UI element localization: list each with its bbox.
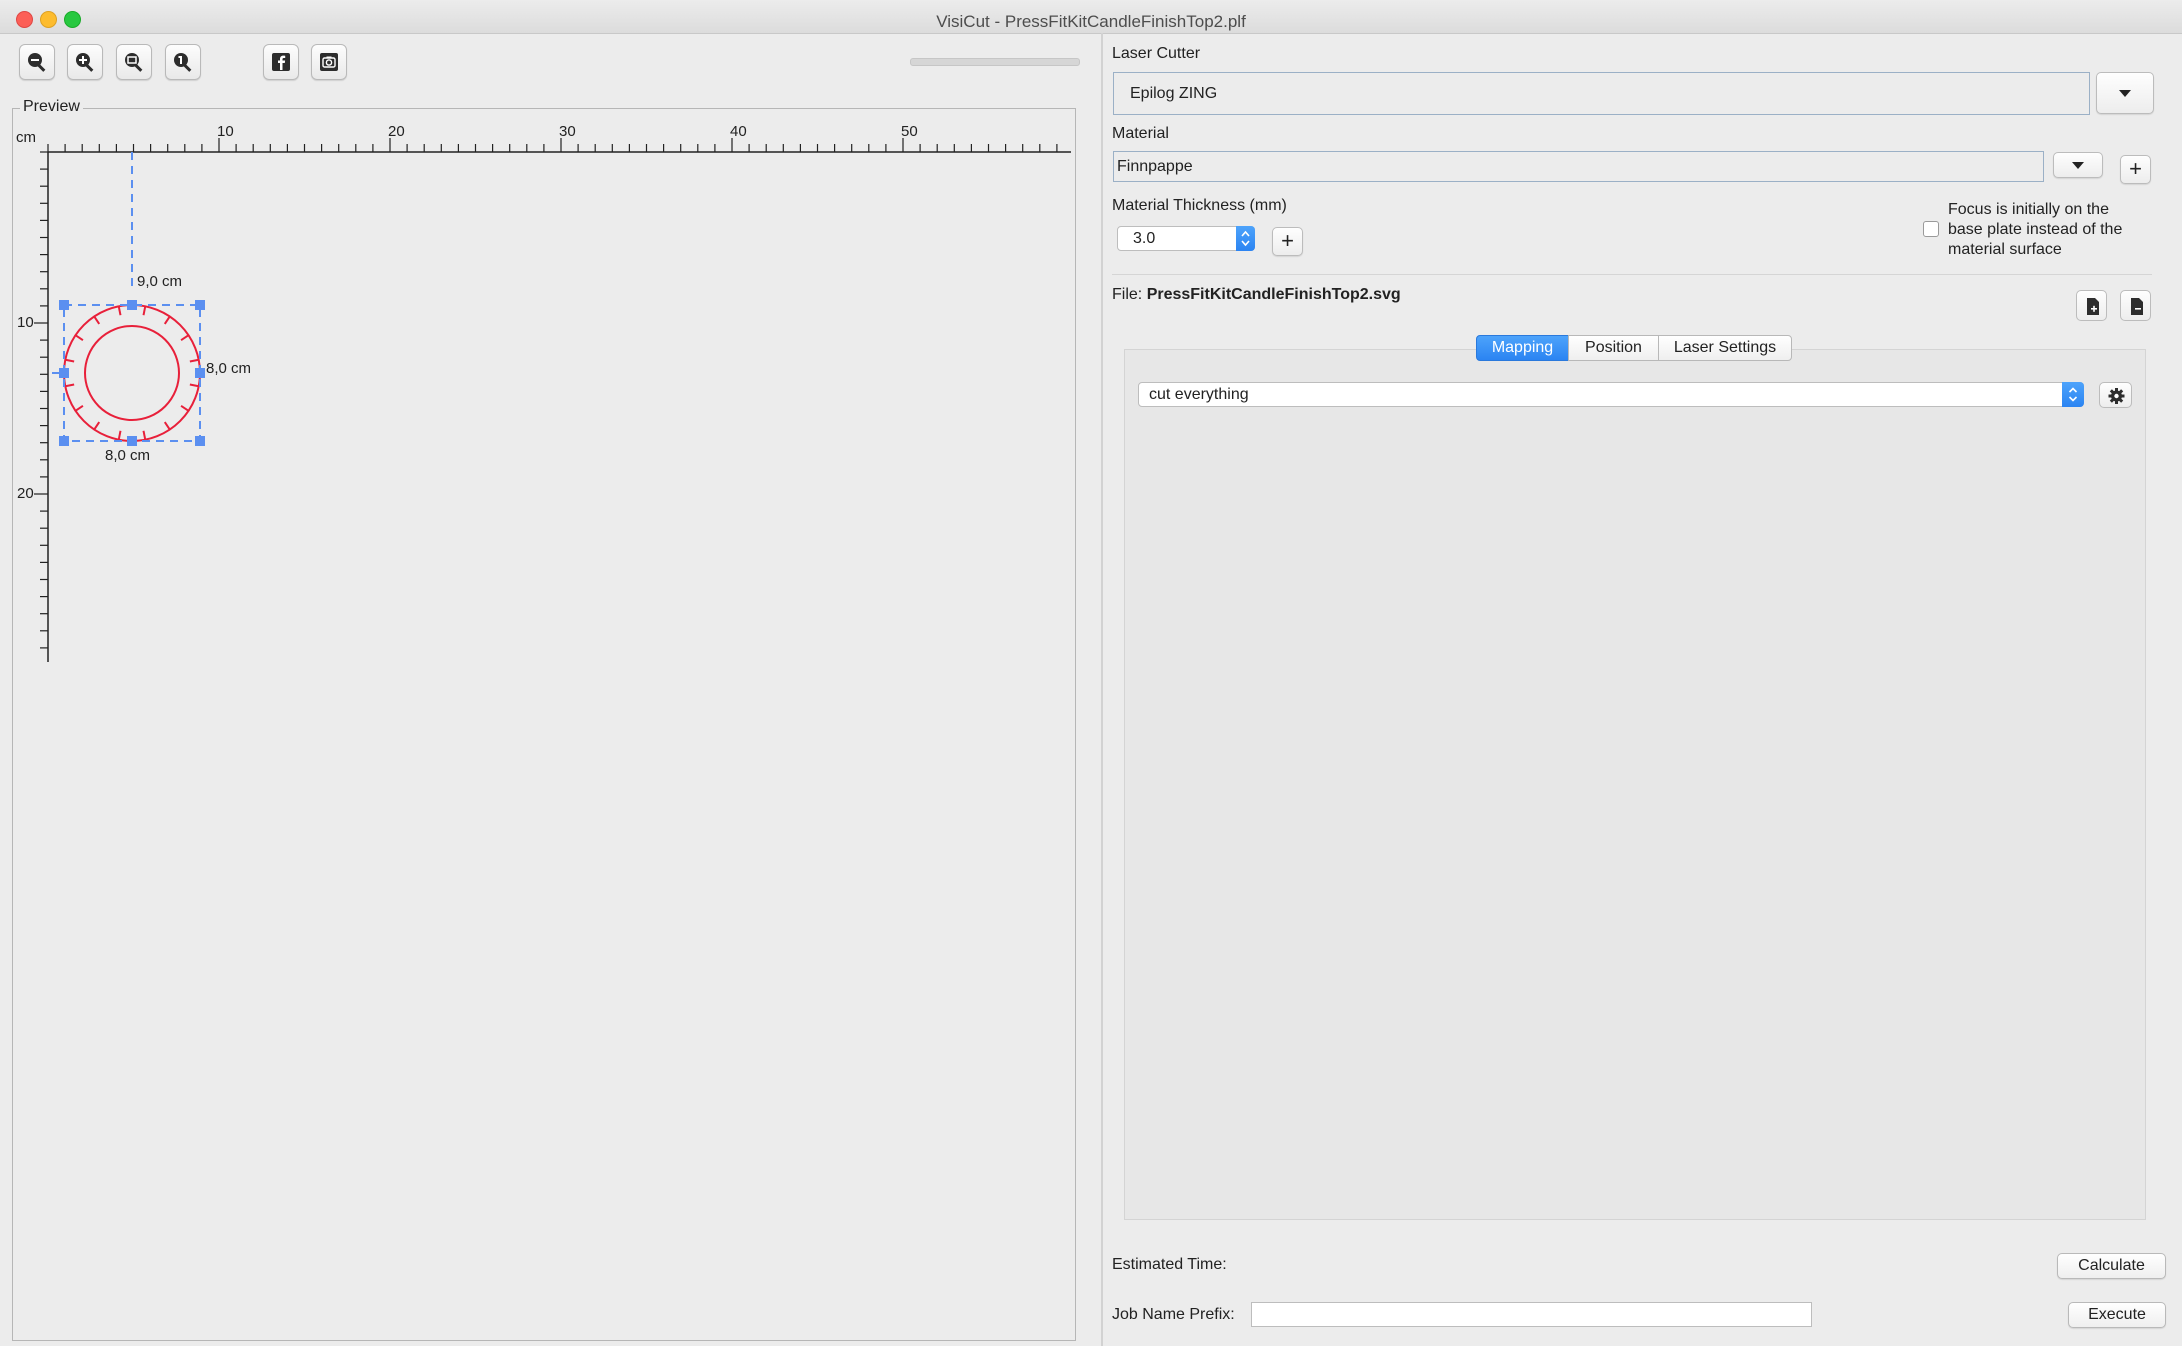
slot-mark	[180, 334, 190, 342]
preview-drawing[interactable]: 10 20 30 40 50 10 20 cm 9,0 cm 8,0 cm 8,0 cm	[16, 120, 1074, 1338]
resize-handle[interactable]	[59, 368, 69, 378]
zoom-fit-button[interactable]	[116, 44, 152, 80]
slot-mark	[74, 334, 84, 342]
dimension-right-label: 8,0 cm	[206, 360, 251, 377]
thickness-spinner[interactable]: 3.0	[1117, 226, 1255, 251]
material-label: Material	[1112, 125, 1169, 142]
camera-button[interactable]	[311, 44, 347, 80]
resize-handle[interactable]	[59, 300, 69, 310]
tab-laser-settings[interactable]: Laser Settings	[1658, 335, 1792, 361]
slot-mark	[65, 358, 75, 363]
slot-mark	[142, 430, 147, 440]
candle-top-design[interactable]	[63, 304, 201, 442]
y-tick-label: 10	[17, 314, 34, 331]
mapping-select[interactable]: cut everything	[1138, 382, 2084, 407]
mapping-settings-button[interactable]	[2099, 382, 2132, 408]
file-label: File:	[1112, 286, 1143, 303]
add-material-button[interactable]: +	[2120, 155, 2151, 184]
tab-mapping[interactable]: Mapping	[1476, 335, 1569, 361]
zoom-reset-button[interactable]	[165, 44, 201, 80]
focus-checkbox-label: Focus is initially on the base plate ins…	[1948, 200, 2122, 260]
zoom-fit-icon	[125, 53, 143, 72]
slot-mark	[189, 383, 199, 388]
file-add-icon	[2087, 298, 2099, 315]
slot-mark	[93, 315, 101, 325]
preview-legend: Preview	[20, 98, 83, 116]
resize-handle[interactable]	[195, 436, 205, 446]
zoom-out-icon	[28, 53, 46, 72]
split-divider[interactable]	[1101, 33, 1103, 1346]
resize-handle[interactable]	[127, 300, 137, 310]
x-tick-label: 30	[559, 123, 576, 140]
x-tick-label: 40	[730, 123, 747, 140]
chevron-down-icon	[2119, 90, 2131, 97]
resize-handle[interactable]	[195, 368, 205, 378]
execute-button[interactable]: Execute	[2068, 1302, 2166, 1328]
dimension-top-label: 9,0 cm	[137, 273, 182, 290]
material-dropdown-button[interactable]	[2053, 152, 2103, 178]
thickness-label: Material Thickness (mm)	[1112, 197, 1287, 214]
zoom-in-button[interactable]	[67, 44, 103, 80]
x-tick-label: 20	[388, 123, 405, 140]
file-remove-icon	[2131, 298, 2143, 315]
dimension-bottom-label: 8,0 cm	[105, 447, 150, 464]
thickness-value: 3.0	[1133, 230, 1156, 247]
focus-label-line-1: Focus is initially on the	[1948, 201, 2109, 218]
material-combo[interactable]: Finnpappe	[1113, 151, 2044, 182]
inner-cut-circle	[84, 325, 180, 421]
resize-handle[interactable]	[127, 436, 137, 446]
focus-checkbox[interactable]	[1923, 221, 1939, 237]
tab-position[interactable]: Position	[1568, 335, 1659, 361]
job-name-input[interactable]	[1251, 1302, 1812, 1327]
facebook-icon	[272, 53, 290, 71]
facebook-button[interactable]	[263, 44, 299, 80]
tab-panel	[1124, 349, 2146, 1220]
slot-mark	[117, 306, 122, 316]
slot-mark	[93, 421, 101, 431]
import-file-button[interactable]	[2076, 290, 2107, 321]
preview-canvas[interactable]: 10 20 30 40 50 10 20 cm 9,0 cm 8,0 cm 8,0 cm	[16, 120, 1074, 1338]
camera-icon	[320, 53, 338, 71]
zoom-in-icon	[76, 53, 94, 72]
laser-cutter-dropdown-button[interactable]	[2096, 72, 2154, 114]
select-arrows-icon[interactable]	[2062, 382, 2084, 407]
file-row: File: PressFitKitCandleFinishTop2.svg	[1112, 286, 1401, 304]
selection-handles[interactable]	[59, 300, 205, 446]
slot-mark	[189, 358, 199, 363]
job-name-label: Job Name Prefix:	[1112, 1306, 1235, 1323]
resize-handle[interactable]	[59, 436, 69, 446]
slot-mark	[65, 383, 75, 388]
unit-label: cm	[16, 129, 36, 146]
slot-mark	[180, 404, 190, 412]
x-tick-label: 10	[217, 123, 234, 140]
chevron-down-icon	[2072, 162, 2084, 169]
progress-bar	[910, 58, 1080, 66]
gear-icon	[2108, 388, 2125, 404]
zoom-reset-icon	[174, 53, 192, 72]
separator	[1112, 274, 2152, 275]
slot-mark	[142, 306, 147, 316]
window-title: VisiCut - PressFitKitCandleFinishTop2.pl…	[936, 12, 1246, 31]
remove-file-button[interactable]	[2120, 290, 2151, 321]
resize-handle[interactable]	[195, 300, 205, 310]
laser-cutter-combo[interactable]: Epilog ZING	[1113, 72, 2090, 115]
slot-mark	[163, 315, 171, 325]
x-tick-label: 50	[901, 123, 918, 140]
y-tick-label: 20	[17, 485, 34, 502]
laser-cutter-label: Laser Cutter	[1112, 45, 1201, 62]
focus-label-line-2: base plate instead of the	[1948, 221, 2123, 238]
file-name: PressFitKitCandleFinishTop2.svg	[1146, 286, 1401, 303]
zoom-out-button[interactable]	[19, 44, 55, 80]
slot-mark	[117, 430, 122, 440]
focus-label-line-3: material surface	[1948, 241, 2062, 258]
estimated-time-label: Estimated Time:	[1112, 1256, 1227, 1273]
slot-mark	[163, 421, 171, 431]
add-thickness-button[interactable]: +	[1272, 227, 1303, 256]
calculate-button[interactable]: Calculate	[2057, 1253, 2166, 1279]
spinner-arrows-icon[interactable]	[1236, 226, 1255, 251]
slot-mark	[74, 404, 84, 412]
